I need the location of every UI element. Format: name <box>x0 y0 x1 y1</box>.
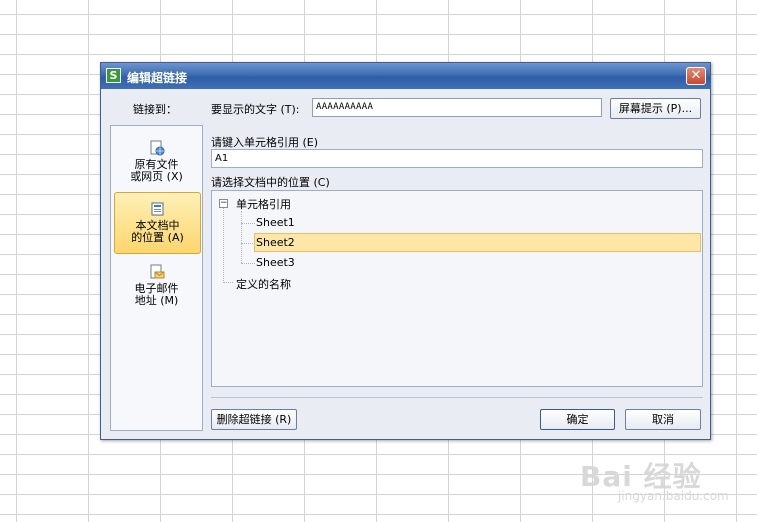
cell-reference-input[interactable]: A1 <box>211 149 703 168</box>
text-to-display-label: 要显示的文字 (T): <box>211 103 300 116</box>
text-to-display-input[interactable]: AAAAAAAAAA <box>312 98 602 117</box>
nav-label-line2: 或网页 (X) <box>130 170 183 183</box>
tree-node-sheet2: Sheet2 <box>256 236 295 249</box>
tree-connector <box>241 223 255 224</box>
place-in-document-label: 请选择文档中的位置 (C) <box>211 176 330 189</box>
nav-existing-file-or-web[interactable]: 原有文件 或网页 (X) <box>114 136 199 186</box>
tree-node-defined-names[interactable]: 定义的名称 <box>236 276 291 292</box>
nav-label-line2: 的位置 (A) <box>131 231 184 244</box>
ok-button[interactable]: 确定 <box>540 409 615 430</box>
baidu-watermark-url: jingyan.baidu.com <box>618 489 729 503</box>
document-place-tree: − 单元格引用 Sheet1 Sheet2 Sheet3 定义的名称 <box>211 190 703 387</box>
link-to-sidebar: 原有文件 或网页 (X) 本文档中 的位置 (A) 电子邮件 地址 (M) <box>110 125 203 431</box>
edit-hyperlink-dialog: S 编辑超链接 ✕ 链接到： 要显示的文字 (T): AAAAAAAAAA 屏幕… <box>100 62 711 440</box>
remove-link-button[interactable]: 删除超链接 (R) <box>211 409 297 430</box>
nav-place-in-document[interactable]: 本文档中 的位置 (A) <box>114 192 201 254</box>
tree-node-cell-reference[interactable]: 单元格引用 <box>236 196 291 212</box>
cancel-button[interactable]: 取消 <box>625 409 701 430</box>
nav-label-line2: 地址 (M) <box>134 294 179 307</box>
tree-connector <box>241 243 255 244</box>
title-bar[interactable]: S 编辑超链接 ✕ <box>101 63 710 89</box>
link-to-label: 链接到： <box>133 103 177 116</box>
tree-connector <box>223 282 233 283</box>
cell-reference-label: 请键入单元格引用 (E) <box>211 136 319 149</box>
tree-node-sheet1[interactable]: Sheet1 <box>256 216 295 229</box>
tree-connector <box>241 263 255 264</box>
close-button[interactable]: ✕ <box>686 67 706 85</box>
collapse-expander-icon[interactable]: − <box>219 199 228 208</box>
tree-connector <box>241 211 242 263</box>
tree-node-sheet2-selected[interactable]: Sheet2 <box>254 233 701 252</box>
nav-email-address[interactable]: 电子邮件 地址 (M) <box>114 260 199 310</box>
wps-app-icon: S <box>106 68 121 83</box>
file-web-icon <box>150 140 164 156</box>
bottom-divider <box>211 397 703 398</box>
tree-node-sheet3[interactable]: Sheet3 <box>256 256 295 269</box>
screentip-button[interactable]: 屏幕提示 (P)... <box>610 98 701 119</box>
document-location-icon <box>151 202 163 216</box>
dialog-title: 编辑超链接 <box>127 71 188 85</box>
email-icon <box>150 264 164 279</box>
tree-connector <box>223 208 224 283</box>
